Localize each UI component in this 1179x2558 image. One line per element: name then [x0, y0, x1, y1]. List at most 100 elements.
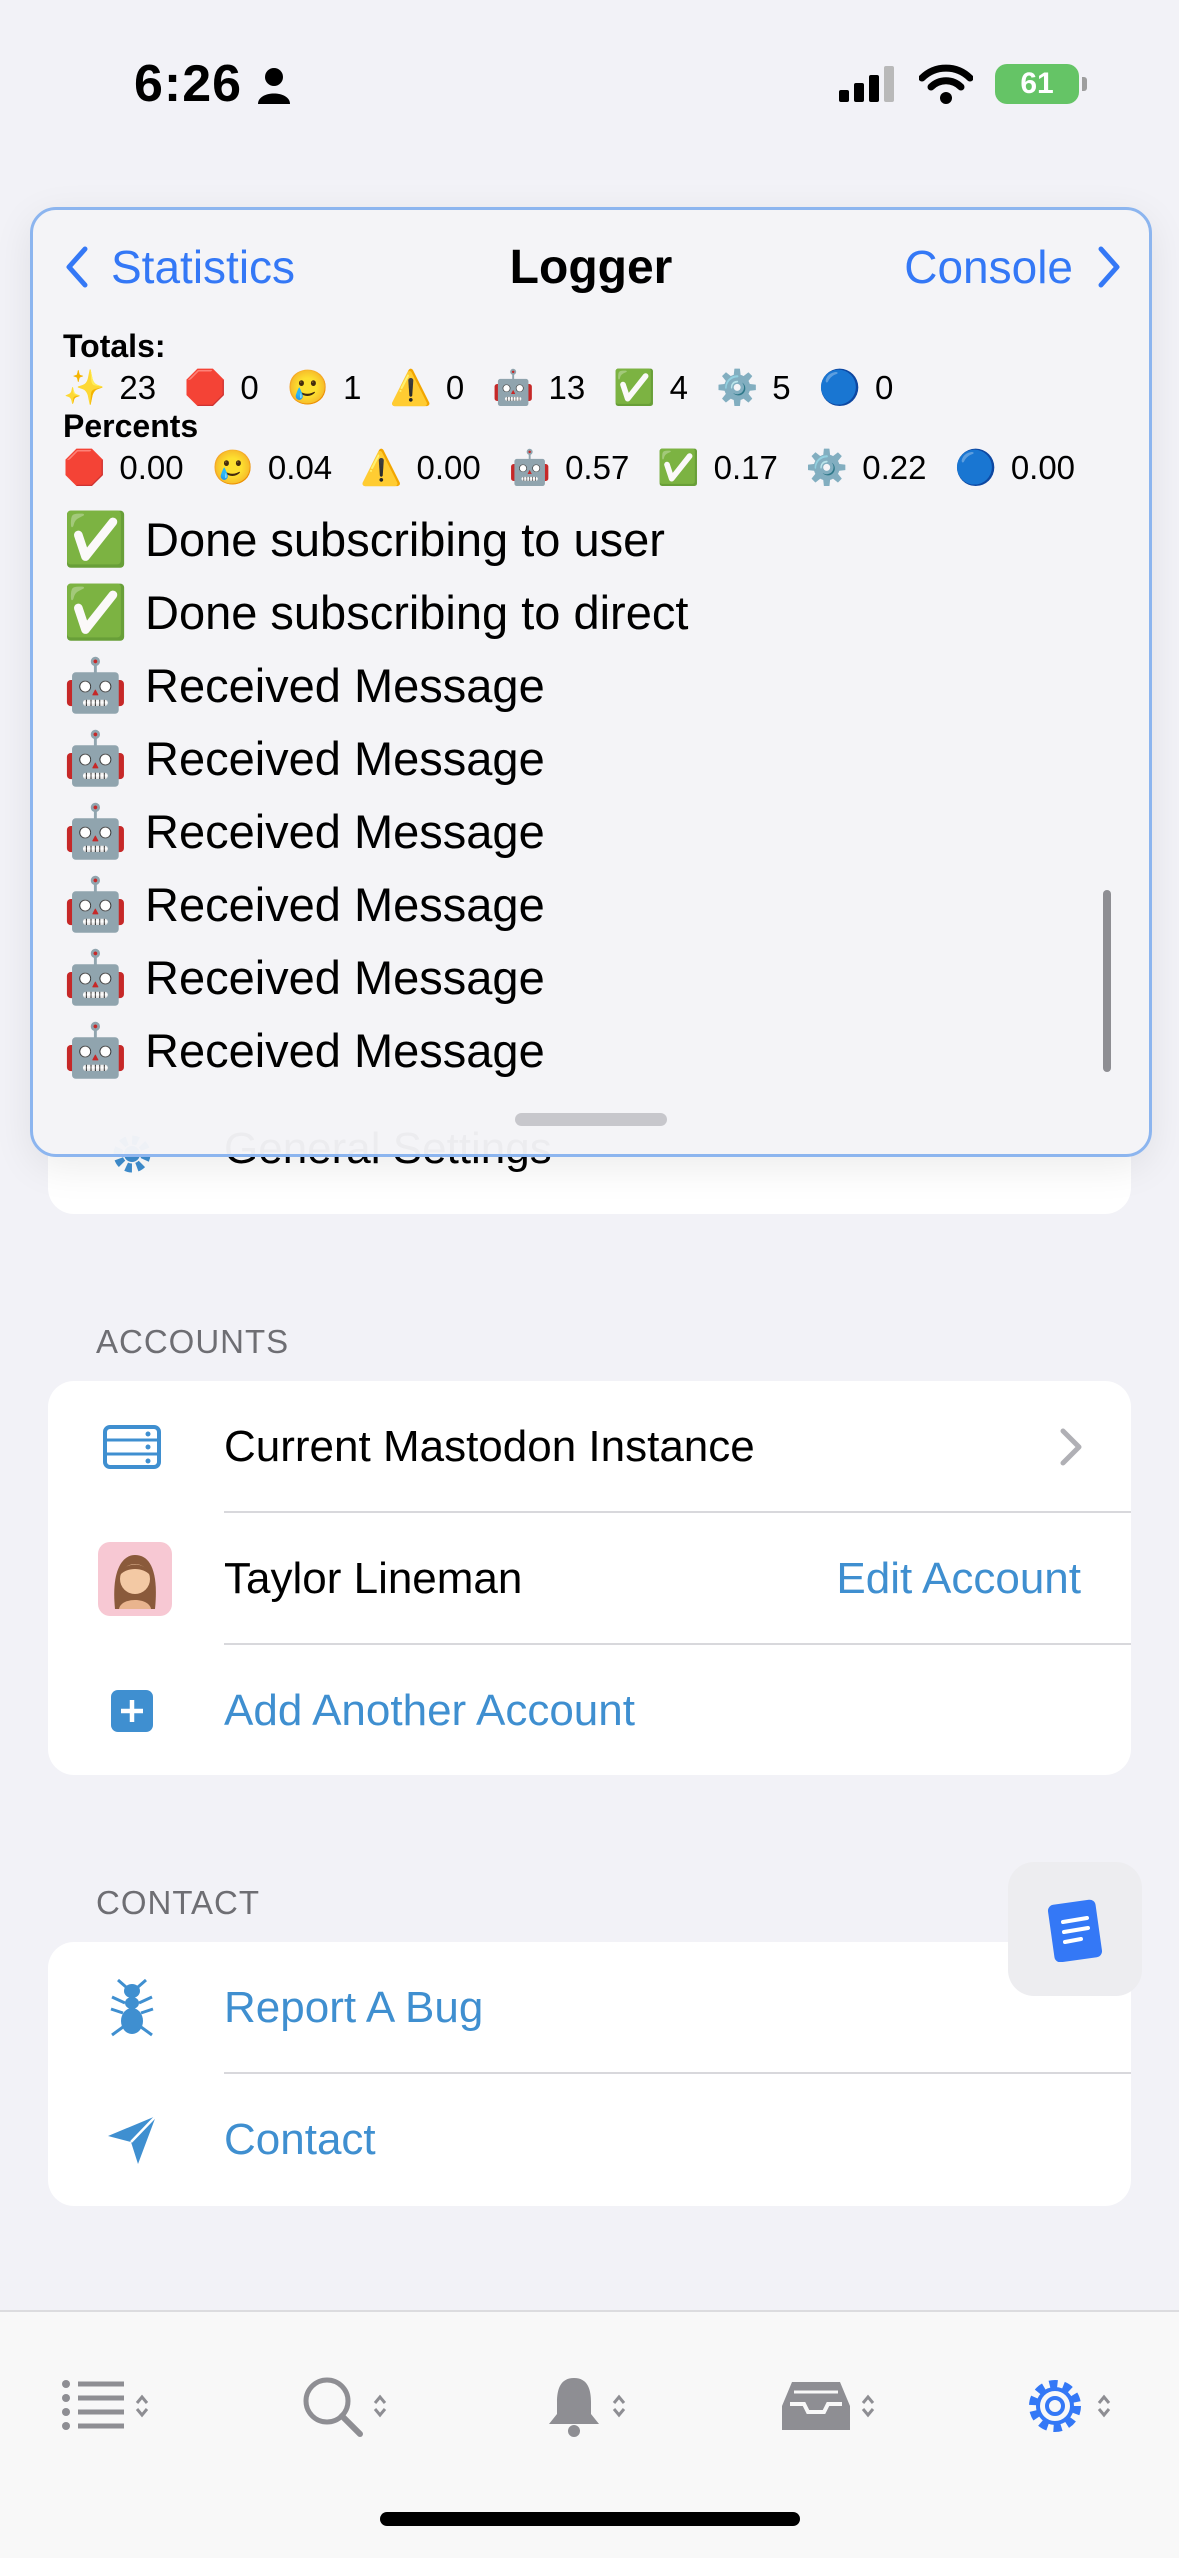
- total-value: 0: [445, 369, 465, 406]
- console-button[interactable]: Console: [904, 240, 1123, 294]
- battery-indicator: 61: [995, 64, 1087, 104]
- gear-icon: ⚙️: [805, 449, 849, 487]
- notebook-icon: [1047, 1899, 1103, 1962]
- add-account-label: Add Another Account: [224, 1686, 635, 1735]
- plus-square-icon: [102, 1681, 162, 1741]
- log-entry: 🤖 Received Message: [63, 868, 688, 941]
- contact-row[interactable]: Contact: [48, 2074, 1131, 2206]
- current-instance-label: Current Mastodon Instance: [224, 1422, 755, 1471]
- log-entry: ✅ Done subscribing to user: [63, 503, 688, 576]
- chevron-right-icon: [1098, 246, 1120, 288]
- person-icon: [258, 68, 290, 104]
- report-bug-row[interactable]: Report A Bug: [48, 1942, 1131, 2074]
- log-text: Received Message: [145, 951, 545, 1004]
- bell-icon: [549, 2378, 599, 2437]
- avatar: [98, 1542, 172, 1616]
- robot-icon: 🤖: [63, 803, 128, 861]
- sparkles-icon: ✨: [63, 369, 106, 407]
- percent-value: 0.00: [119, 449, 184, 486]
- status-time: 6:26: [134, 55, 243, 113]
- wifi-icon: [919, 64, 973, 104]
- log-entry: 🤖 Received Message: [63, 941, 688, 1014]
- warning-icon: ⚠️: [360, 449, 403, 487]
- chevron-updown-icon: [612, 2394, 626, 2418]
- log-entry: 🤖 Received Message: [63, 722, 688, 795]
- tab-inbox[interactable]: [780, 2366, 900, 2446]
- console-label: Console: [904, 241, 1073, 293]
- robot-icon: 🤖: [508, 449, 552, 487]
- check-mark-icon: ✅: [613, 369, 656, 407]
- percent-value: 0.00: [416, 449, 481, 486]
- percents-row: 🛑 0.00 🥲 0.04 ⚠️ 0.00 🤖 0.57 ✅ 0.17 ⚙️ 0.22 🔵 0…: [63, 448, 1103, 488]
- chevron-updown-icon: [135, 2394, 149, 2418]
- report-bug-label: Report A Bug: [224, 1983, 484, 2032]
- total-value: 1: [343, 369, 362, 406]
- totals-row: ✨ 23 🛑 0 🥲 1 ⚠️ 0 🤖 13 ✅ 4 ⚙️ 5 🔵 0: [63, 368, 921, 408]
- chevron-updown-icon: [1097, 2394, 1111, 2418]
- log-text: Received Message: [145, 805, 545, 858]
- logger-scrollbar[interactable]: [1103, 890, 1111, 1072]
- robot-icon: 🤖: [63, 1022, 128, 1080]
- ant-icon: [102, 1978, 162, 2038]
- warning-icon: ⚠️: [389, 369, 432, 407]
- status-indicators: 61: [839, 64, 1087, 104]
- add-account-row[interactable]: Add Another Account: [48, 1645, 1131, 1777]
- log-entry: 🤖 Received Message: [63, 649, 688, 722]
- gear-icon: ⚙️: [715, 369, 759, 407]
- logger-panel: Statistics Logger Console Totals: ✨ 23 🛑 0…: [30, 207, 1152, 1157]
- log-text: Done subscribing to user: [145, 513, 665, 566]
- log-text: Done subscribing to direct: [145, 586, 689, 639]
- cellular-signal-icon: [839, 66, 894, 102]
- current-instance-row[interactable]: Current Mastodon Instance: [48, 1381, 1131, 1513]
- gear-icon: [1029, 2380, 1081, 2432]
- stop-sign-icon: 🛑: [184, 369, 227, 407]
- home-indicator: [380, 2512, 800, 2526]
- percent-value: 0.22: [862, 449, 927, 486]
- account-name: Taylor Lineman: [224, 1554, 523, 1603]
- check-mark-icon: ✅: [63, 511, 128, 569]
- total-value: 4: [669, 369, 688, 406]
- edit-account-link[interactable]: Edit Account: [836, 1554, 1081, 1604]
- percent-value: 0.04: [267, 449, 333, 486]
- stop-sign-icon: 🛑: [63, 449, 106, 487]
- timeline-list-icon: [62, 2380, 124, 2430]
- percent-value: 0.17: [713, 449, 778, 486]
- robot-icon: 🤖: [63, 949, 128, 1007]
- resize-handle[interactable]: [515, 1113, 667, 1126]
- tab-search[interactable]: [300, 2366, 420, 2446]
- log-text: Received Message: [145, 878, 545, 931]
- tear-smile-icon: 🥲: [211, 449, 254, 487]
- total-value: 23: [119, 369, 157, 406]
- log-entry: ✅ Done subscribing to direct: [63, 576, 688, 649]
- tab-notifications[interactable]: [545, 2366, 665, 2446]
- robot-icon: 🤖: [63, 657, 128, 715]
- log-list[interactable]: ✅ Done subscribing to user ✅ Done subscrib…: [63, 503, 688, 1087]
- contact-header: CONTACT: [96, 1884, 261, 1921]
- server-icon: [102, 1417, 162, 1477]
- battery-level: 61: [1020, 67, 1054, 100]
- total-value: 0: [240, 369, 259, 406]
- log-text: Received Message: [145, 659, 545, 712]
- contact-label: Contact: [224, 2115, 376, 2164]
- account-row[interactable]: Taylor Lineman Edit Account: [48, 1513, 1131, 1645]
- accounts-header: ACCOUNTS: [96, 1323, 290, 1360]
- logger-toggle-button[interactable]: [1008, 1862, 1142, 1996]
- tab-settings[interactable]: [1022, 2366, 1142, 2446]
- inbox-tray-icon: [782, 2382, 850, 2430]
- chevron-updown-icon: [373, 2394, 387, 2418]
- tab-timeline[interactable]: [60, 2366, 180, 2446]
- log-text: Received Message: [145, 1024, 545, 1077]
- robot-icon: 🤖: [63, 876, 128, 934]
- totals-label: Totals:: [63, 328, 166, 364]
- percent-value: 0.57: [565, 449, 630, 486]
- robot-icon: 🤖: [492, 369, 535, 407]
- contact-card: Report A Bug Contact: [48, 1942, 1131, 2206]
- log-entry: 🤖 Received Message: [63, 1014, 688, 1087]
- percents-label: Percents: [63, 408, 199, 444]
- total-value: 5: [772, 369, 791, 406]
- blue-circle-icon: 🔵: [818, 369, 861, 407]
- check-mark-icon: ✅: [657, 449, 700, 487]
- chevron-updown-icon: [861, 2394, 875, 2418]
- percent-value: 0.00: [1010, 449, 1076, 486]
- paper-plane-icon: [102, 2110, 162, 2170]
